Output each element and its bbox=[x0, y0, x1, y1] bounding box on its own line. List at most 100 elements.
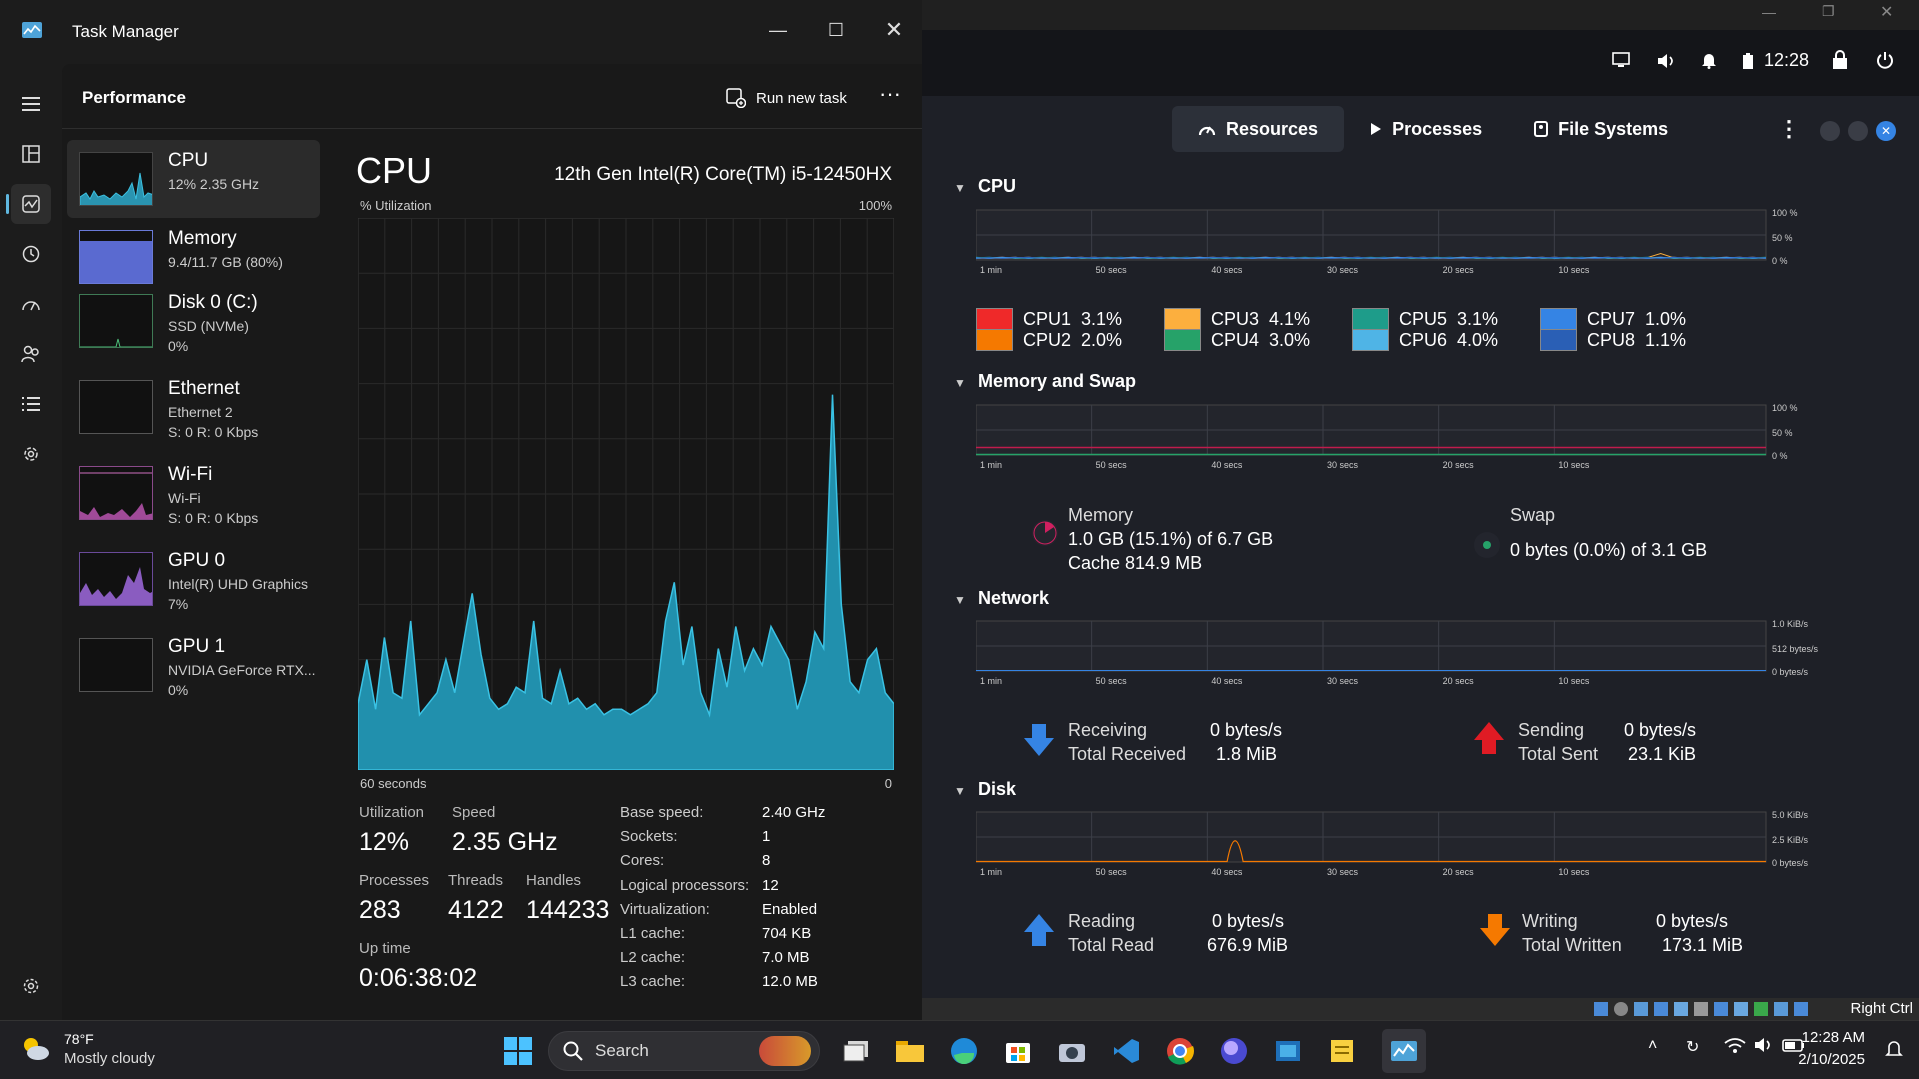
task-manager-taskbar-icon[interactable] bbox=[1382, 1029, 1426, 1073]
notification-bell-icon[interactable] bbox=[1700, 51, 1718, 74]
tab-resources[interactable]: Resources bbox=[1172, 106, 1345, 152]
vt-icon[interactable] bbox=[1754, 1002, 1768, 1016]
time-tick-label: 1 min bbox=[980, 265, 1002, 275]
start-button[interactable] bbox=[496, 1029, 540, 1073]
run-new-task-button[interactable]: Run new task bbox=[720, 80, 853, 116]
sending-label: Sending bbox=[1518, 720, 1585, 740]
processes-nav-icon[interactable] bbox=[11, 134, 51, 174]
maximize-button[interactable]: ☐ bbox=[816, 10, 856, 50]
optical-drive-icon[interactable] bbox=[1614, 1002, 1628, 1016]
vm-close-button[interactable]: ✕ bbox=[1880, 2, 1893, 22]
legend-swatch[interactable] bbox=[1540, 308, 1577, 330]
file-explorer-icon[interactable] bbox=[888, 1029, 932, 1073]
weather-desc[interactable]: Mostly cloudy bbox=[64, 1050, 155, 1067]
microsoft-store-icon[interactable] bbox=[996, 1029, 1040, 1073]
weather-temp[interactable]: 78°F bbox=[64, 1031, 94, 1047]
task-view-icon[interactable] bbox=[834, 1029, 878, 1073]
power-icon[interactable] bbox=[1876, 51, 1894, 74]
legend-swatch[interactable] bbox=[976, 329, 1013, 351]
audio-icon[interactable] bbox=[1634, 1002, 1648, 1016]
legend-swatch[interactable] bbox=[1164, 308, 1201, 330]
virtualbox-icon[interactable] bbox=[1266, 1029, 1310, 1073]
time-tick-label: 1 min bbox=[980, 676, 1002, 686]
edge-browser-icon[interactable] bbox=[942, 1029, 986, 1073]
sidebar-item-gpu0[interactable]: GPU 0 Intel(R) UHD Graphics 7% bbox=[67, 540, 320, 618]
cpu-section-chevron-icon[interactable]: ▼ bbox=[954, 181, 966, 195]
legend-swatch[interactable] bbox=[1352, 329, 1389, 351]
maximize-dot-button[interactable] bbox=[1848, 121, 1868, 141]
spec-value: 2.40 GHz bbox=[762, 804, 826, 821]
title-bar: Task Manager — ☐ ✕ bbox=[0, 0, 922, 64]
app-history-nav-icon[interactable] bbox=[11, 234, 51, 274]
vm-minimize-button[interactable]: — bbox=[1762, 4, 1776, 20]
battery-icon[interactable] bbox=[1742, 52, 1754, 75]
legend-swatch[interactable] bbox=[976, 308, 1013, 330]
users-nav-icon[interactable] bbox=[11, 334, 51, 374]
axis-tick-label: 512 bytes/s bbox=[1772, 644, 1819, 654]
taskbar-date[interactable]: 2/10/2025 bbox=[1798, 1051, 1865, 1068]
browser-app-icon[interactable] bbox=[1212, 1029, 1256, 1073]
cpu-core-legend-item: CPU6 4.0% bbox=[1352, 329, 1498, 351]
window-title: Task Manager bbox=[72, 22, 179, 41]
mouse-integration-icon[interactable] bbox=[1774, 1002, 1788, 1016]
weather-icon[interactable] bbox=[20, 1033, 50, 1068]
legend-swatch[interactable] bbox=[1540, 329, 1577, 351]
processes-value: 283 bbox=[359, 896, 401, 924]
tab-file-systems[interactable]: File Systems bbox=[1508, 106, 1694, 152]
chrome-icon[interactable] bbox=[1158, 1029, 1202, 1073]
minimize-button[interactable]: — bbox=[758, 10, 798, 50]
disk-section-chevron-icon[interactable]: ▼ bbox=[954, 784, 966, 798]
network-section-chevron-icon[interactable]: ▼ bbox=[954, 593, 966, 607]
keyboard-capture-icon[interactable] bbox=[1794, 1002, 1808, 1016]
volume-icon[interactable] bbox=[1656, 52, 1676, 75]
memory-section-chevron-icon[interactable]: ▼ bbox=[954, 376, 966, 390]
hamburger-menu-icon[interactable] bbox=[11, 84, 51, 124]
details-nav-icon[interactable] bbox=[11, 384, 51, 424]
wifi-icon[interactable] bbox=[1724, 1037, 1746, 1058]
spec-value: 8 bbox=[762, 852, 771, 870]
network-history-graph: 1.0 KiB/s 512 bytes/s 0 bytes/s 1 min 50 sec… bbox=[976, 619, 1819, 686]
legend-swatch[interactable] bbox=[1164, 329, 1201, 351]
minimize-dot-button[interactable] bbox=[1820, 121, 1840, 141]
sidebar-item-gpu1[interactable]: GPU 1 NVIDIA GeForce RTX... 0% bbox=[67, 626, 320, 704]
vm-status-bar: Right Ctrl bbox=[922, 998, 1919, 1020]
recording-icon[interactable] bbox=[1714, 1002, 1728, 1016]
cpu-vm-icon[interactable] bbox=[1734, 1002, 1748, 1016]
network-adapter-icon[interactable] bbox=[1594, 1002, 1608, 1016]
sidebar-item-disk[interactable]: Disk 0 (C:) SSD (NVMe) 0% bbox=[67, 282, 320, 360]
shared-folder-icon[interactable] bbox=[1674, 1002, 1688, 1016]
sidebar-item-detail: 9.4/11.7 GB (80%) bbox=[168, 254, 283, 270]
vscode-icon[interactable] bbox=[1104, 1029, 1148, 1073]
sm-close-button[interactable]: ✕ bbox=[1876, 121, 1896, 141]
spec-label: Cores: bbox=[620, 852, 665, 870]
volume-tray-icon[interactable] bbox=[1754, 1037, 1774, 1058]
close-button[interactable]: ✕ bbox=[874, 10, 914, 50]
lock-icon[interactable] bbox=[1832, 50, 1848, 75]
usb-icon[interactable] bbox=[1654, 1002, 1668, 1016]
sidebar-item-ethernet[interactable]: Ethernet Ethernet 2 S: 0 R: 0 Kbps bbox=[67, 368, 320, 446]
guest-clock[interactable]: 12:28 bbox=[1764, 50, 1809, 71]
more-options-button[interactable]: ··· bbox=[870, 80, 910, 116]
notes-app-icon[interactable] bbox=[1320, 1029, 1364, 1073]
sidebar-item-wifi[interactable]: Wi-Fi Wi-Fi S: 0 R: 0 Kbps bbox=[67, 454, 320, 532]
settings-gear-icon[interactable] bbox=[11, 966, 51, 1006]
tab-processes[interactable]: Processes bbox=[1344, 106, 1508, 152]
legend-swatch[interactable] bbox=[1352, 308, 1389, 330]
services-nav-icon[interactable] bbox=[11, 434, 51, 474]
kebab-menu-icon[interactable]: ⋮ bbox=[1778, 116, 1800, 142]
screen-icon[interactable] bbox=[1612, 52, 1630, 73]
taskbar-time[interactable]: 12:28 AM bbox=[1802, 1029, 1865, 1046]
sync-icon[interactable]: ↻ bbox=[1686, 1037, 1699, 1057]
show-hidden-icons-chevron-icon[interactable]: ˄ bbox=[1648, 1037, 1657, 1055]
taskbar-search[interactable]: Search bbox=[548, 1031, 820, 1071]
display-icon[interactable] bbox=[1694, 1002, 1708, 1016]
sidebar-item-cpu[interactable]: CPU 12% 2.35 GHz bbox=[67, 140, 320, 218]
notifications-icon[interactable] bbox=[1885, 1039, 1903, 1064]
network-section-title: Network bbox=[978, 588, 1050, 608]
performance-nav-icon[interactable] bbox=[6, 184, 51, 224]
camera-app-icon[interactable] bbox=[1050, 1029, 1094, 1073]
startup-apps-nav-icon[interactable] bbox=[11, 284, 51, 324]
core-name: CPU4 bbox=[1211, 329, 1260, 350]
cpu-model: 12th Gen Intel(R) Core(TM) i5-12450HX bbox=[554, 164, 892, 185]
vm-restore-button[interactable]: ❐ bbox=[1822, 3, 1835, 20]
